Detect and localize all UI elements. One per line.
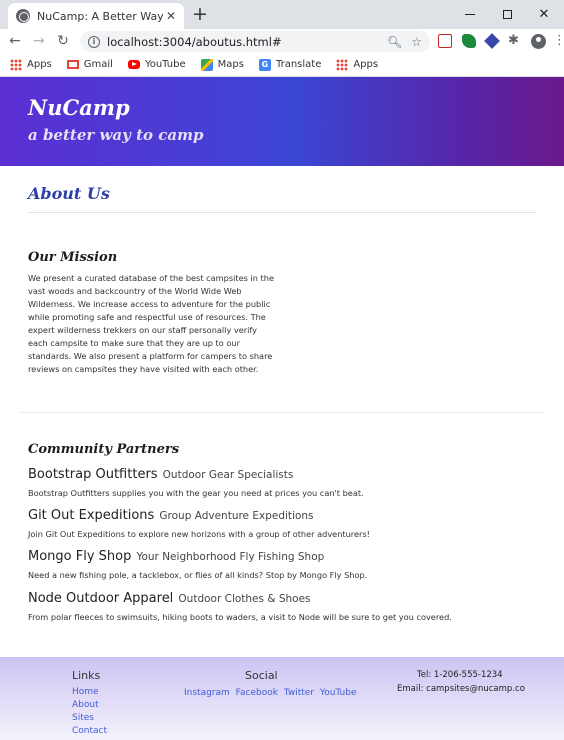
new-tab-button[interactable]: + (190, 4, 210, 24)
facebook-link[interactable]: Facebook (236, 688, 278, 698)
back-button[interactable]: ← (3, 29, 27, 53)
browser-toolbar: ← → ↻ i localhost:3004/aboutus.html# 🔍︎ … (0, 29, 564, 53)
mission-line: expert wilderness trekkers on our staff … (28, 325, 258, 335)
partner-item: Git Out Expeditions Group Adventure Expe… (28, 504, 548, 539)
partner-name: Bootstrap Outfitters (28, 467, 158, 482)
forward-button[interactable]: → (27, 29, 51, 53)
browser-tab[interactable]: NuCamp: A Better Way To Camp ✕ (8, 3, 184, 29)
partner-text: Need a new fishing pole, a tacklebox, or… (28, 570, 368, 580)
partner-desc: Outdoor Gear Specialists (162, 469, 294, 481)
info-icon[interactable]: i (88, 35, 100, 48)
mission-line: We present a curated database of the bes… (28, 273, 274, 283)
bookmark-apps[interactable]: Apps (10, 58, 52, 71)
bookmark-youtube[interactable]: YouTube (127, 59, 186, 70)
translate-icon: G (258, 58, 271, 71)
bookmark-label: Apps (353, 59, 379, 70)
mission-line: vast woods and backcountry of the World … (28, 286, 242, 296)
partners-heading: Community Partners (28, 442, 180, 457)
bookmark-label: Translate (275, 59, 322, 70)
globe-icon (16, 9, 30, 23)
bookmarks-bar: Apps Gmail YouTube Maps G Translate Apps (0, 53, 564, 77)
mission-line: each campsite to make sure that they are… (28, 338, 240, 348)
partner-text: Join Git Out Expeditions to explore new … (28, 529, 370, 539)
bookmark-translate[interactable]: G Translate (258, 58, 322, 71)
partner-desc: Group Adventure Expeditions (159, 510, 314, 522)
social-links: Instagram Facebook Twitter YouTube (184, 688, 360, 698)
reload-icon: ↻ (57, 33, 69, 49)
menu-kebab-icon[interactable]: ⋮ (553, 33, 564, 49)
contact-phone: Tel: 1-206-555-1234 (417, 670, 503, 680)
partner-item: Bootstrap Outfitters Outdoor Gear Specia… (28, 463, 548, 498)
partner-text: Bootstrap Outfitters supplies you with t… (28, 488, 364, 498)
mission-line: while promoting safe and respectful use … (28, 312, 266, 322)
bookmark-label: Maps (217, 59, 244, 70)
partner-item: Mongo Fly Shop Your Neighborhood Fly Fis… (28, 545, 548, 580)
footer-link-about[interactable]: About (72, 700, 99, 710)
apps-icon (336, 58, 349, 71)
bookmark-label: YouTube (144, 59, 186, 70)
footer-link-home[interactable]: Home (72, 687, 99, 697)
footer-link-contact[interactable]: Contact (72, 726, 107, 736)
bookmark-maps[interactable]: Maps (200, 58, 244, 71)
bookmark-gmail[interactable]: Gmail (66, 59, 113, 70)
partner-text: From polar fleeces to swimsuits, hiking … (28, 612, 452, 622)
partner-name: Mongo Fly Shop (28, 549, 132, 564)
hero-banner: NuCamp a better way to camp (0, 77, 564, 166)
links-heading: Links (72, 669, 101, 682)
mission-line: reviews on campsites they have visited w… (28, 364, 259, 374)
browser-tab-bar: NuCamp: A Better Way To Camp ✕ + ✕ (0, 0, 564, 29)
url-text[interactable]: localhost:3004/aboutus.html# (107, 35, 378, 49)
bookmark-label: Gmail (83, 59, 113, 70)
instagram-link[interactable]: Instagram (184, 688, 230, 698)
brand-tagline: a better way to camp (28, 126, 204, 144)
partner-item: Node Outdoor Apparel Outdoor Clothes & S… (28, 587, 548, 622)
mission-text: We present a curated database of the bes… (28, 272, 278, 376)
gmail-icon (66, 60, 79, 69)
minimize-button[interactable] (450, 0, 490, 29)
bookmark-apps-2[interactable]: Apps (336, 58, 379, 71)
divider (28, 212, 536, 213)
mission-line: standards. We also present a platform fo… (28, 351, 273, 361)
minimize-icon (465, 14, 475, 15)
partner-name: Git Out Expeditions (28, 508, 155, 523)
maximize-icon (502, 10, 512, 19)
youtube-icon (127, 60, 140, 69)
mission-line: Wilderness. We increase access to advent… (28, 299, 271, 309)
mission-heading: Our Mission (28, 250, 118, 265)
zoom-icon[interactable]: 🔍︎ (387, 35, 402, 49)
address-bar[interactable]: i localhost:3004/aboutus.html# 🔍︎ ☆ (80, 31, 430, 52)
arrow-left-icon: ← (9, 33, 21, 49)
partner-desc: Outdoor Clothes & Shoes (178, 593, 311, 605)
partner-name: Node Outdoor Apparel (28, 591, 174, 606)
footer-link-sites[interactable]: Sites (72, 713, 94, 723)
close-window-button[interactable]: ✕ (524, 0, 564, 29)
maps-icon (200, 58, 213, 71)
divider (20, 412, 544, 413)
puzzle-icon[interactable]: ✱ (508, 34, 522, 48)
extension-shield-icon[interactable] (438, 34, 452, 48)
apps-icon (10, 58, 22, 71)
extension-leaf-icon[interactable] (462, 34, 476, 48)
star-icon[interactable]: ☆ (411, 35, 422, 49)
partner-desc: Your Neighborhood Fly Fishing Shop (136, 551, 325, 563)
youtube-link[interactable]: YouTube (320, 688, 357, 698)
tab-title: NuCamp: A Better Way To Camp (37, 9, 164, 23)
reload-button[interactable]: ↻ (51, 29, 75, 53)
contact-email[interactable]: Email: campsites@nucamp.co (397, 684, 525, 694)
extension-diamond-icon[interactable] (484, 33, 500, 49)
arrow-right-icon: → (33, 33, 45, 49)
twitter-link[interactable]: Twitter (284, 688, 314, 698)
close-tab-icon[interactable]: ✕ (164, 9, 178, 23)
page-footer: Links Home About Sites Contact Social In… (0, 657, 564, 740)
maximize-button[interactable] (487, 0, 527, 29)
brand-title: NuCamp (28, 95, 130, 120)
profile-avatar-icon[interactable] (531, 34, 546, 49)
social-heading: Social (245, 669, 278, 682)
close-icon: ✕ (538, 7, 550, 22)
bookmark-label: Apps (27, 59, 52, 70)
page-title: About Us (28, 184, 110, 203)
